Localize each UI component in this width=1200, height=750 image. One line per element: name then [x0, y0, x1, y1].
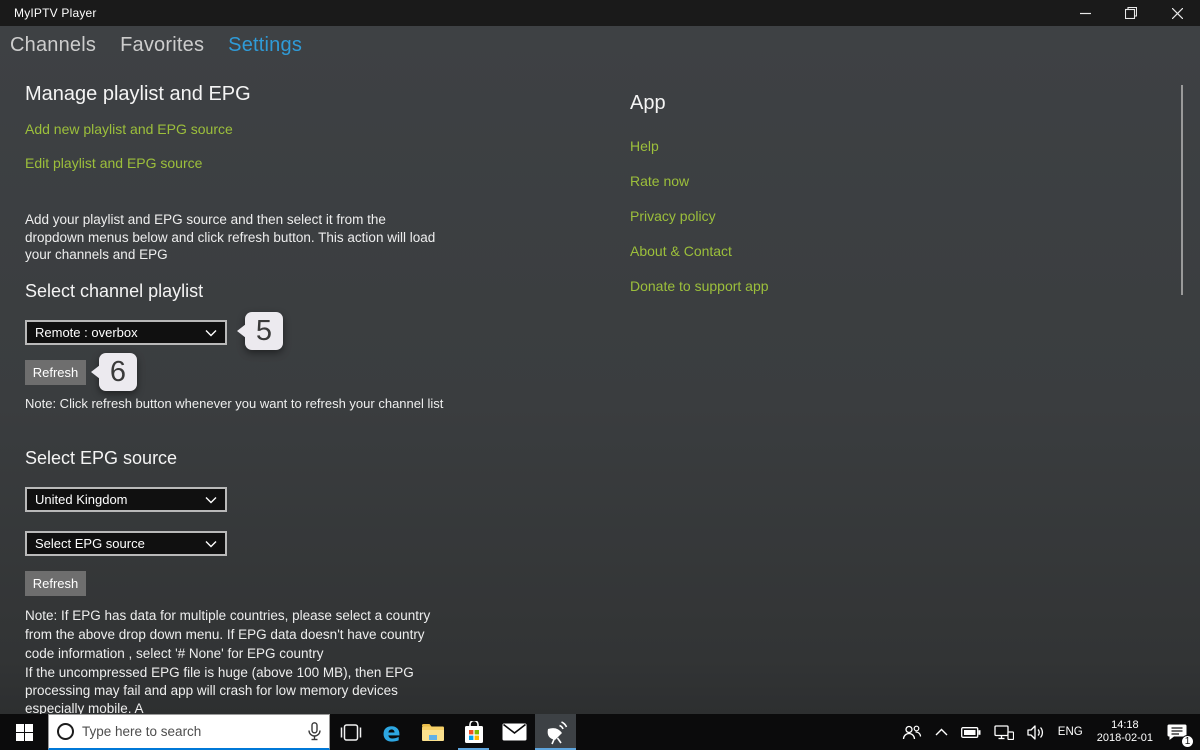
- start-button[interactable]: [0, 714, 48, 750]
- mail-app-button[interactable]: [494, 714, 535, 750]
- network-button[interactable]: [991, 714, 1017, 750]
- epg-source-heading: Select EPG source: [25, 448, 178, 468]
- refresh-playlist-button[interactable]: Refresh: [25, 360, 86, 385]
- channel-refresh-note: Note: Click refresh button whenever you …: [25, 396, 444, 411]
- speaker-icon: [1027, 724, 1043, 740]
- tab-favorites[interactable]: Favorites: [120, 34, 204, 57]
- restore-icon: [1125, 7, 1137, 19]
- epg-source-value: Select EPG source: [35, 536, 145, 551]
- epg-country-note: Note: If EPG has data for multiple count…: [25, 608, 431, 661]
- channel-playlist-heading: Select channel playlist: [25, 281, 204, 301]
- store-icon: [464, 720, 483, 743]
- taskbar-search[interactable]: [48, 714, 330, 750]
- task-view-button[interactable]: [330, 714, 371, 750]
- chevron-up-icon: [935, 728, 948, 736]
- epg-country-dropdown[interactable]: United Kingdom: [25, 487, 227, 512]
- tab-channels[interactable]: Channels: [10, 34, 96, 57]
- edge-icon: e: [382, 716, 401, 748]
- file-explorer-icon: [421, 723, 444, 741]
- people-button[interactable]: [899, 714, 925, 750]
- add-playlist-link[interactable]: Add new playlist and EPG source: [25, 121, 233, 137]
- epg-size-note: If the uncompressed EPG file is huge (ab…: [25, 665, 414, 716]
- pinned-apps: e: [330, 714, 576, 750]
- edit-playlist-link[interactable]: Edit playlist and EPG source: [25, 155, 202, 171]
- time-label: 14:18: [1111, 719, 1139, 731]
- satellite-dish-icon: [547, 721, 567, 745]
- app-section-heading: App: [630, 92, 666, 114]
- store-app-button[interactable]: [453, 714, 494, 750]
- top-nav: Channels Favorites Settings: [10, 34, 302, 57]
- about-contact-link[interactable]: About & Contact: [630, 243, 732, 259]
- rate-now-link[interactable]: Rate now: [630, 173, 689, 189]
- close-icon: [1171, 7, 1183, 19]
- file-explorer-button[interactable]: [412, 714, 453, 750]
- step-callout-5: 5: [237, 312, 283, 350]
- battery-icon: [960, 726, 981, 738]
- minimize-icon: [1079, 12, 1091, 14]
- battery-button[interactable]: [958, 714, 984, 750]
- scrollbar-thumb[interactable]: [1181, 85, 1183, 295]
- chevron-down-icon: [205, 329, 217, 336]
- cortana-icon: [57, 723, 74, 740]
- search-input[interactable]: [82, 724, 300, 739]
- donate-link[interactable]: Donate to support app: [630, 278, 769, 294]
- language-label: ENG: [1057, 726, 1083, 738]
- windows-logo-icon: [15, 723, 33, 741]
- action-center-button[interactable]: 1: [1164, 714, 1194, 750]
- tab-settings[interactable]: Settings: [228, 34, 302, 57]
- titlebar: MyIPTV Player: [0, 0, 1200, 26]
- language-indicator[interactable]: ENG: [1055, 714, 1086, 750]
- edge-app-button[interactable]: e: [371, 714, 412, 750]
- system-tray: ENG 14:18 2018-02-01 1: [899, 714, 1200, 750]
- chevron-down-icon: [205, 540, 217, 547]
- myiptv-app-button[interactable]: [535, 714, 576, 750]
- manage-description: Add your playlist and EPG source and the…: [25, 212, 436, 262]
- manage-heading: Manage playlist and EPG: [25, 83, 251, 105]
- channel-playlist-dropdown[interactable]: Remote : overbox: [25, 320, 227, 345]
- app-window: Channels Favorites Settings Manage playl…: [0, 26, 1200, 716]
- clock[interactable]: 14:18 2018-02-01: [1093, 719, 1157, 745]
- date-label: 2018-02-01: [1096, 732, 1153, 744]
- epg-source-dropdown[interactable]: Select EPG source: [25, 531, 227, 556]
- close-button[interactable]: [1154, 0, 1200, 26]
- chevron-down-icon: [205, 496, 217, 503]
- help-link[interactable]: Help: [630, 138, 659, 154]
- people-icon: [902, 725, 921, 739]
- mail-icon: [502, 723, 527, 741]
- window-controls: [1062, 0, 1200, 26]
- notification-count-badge: 1: [1181, 735, 1194, 748]
- refresh-epg-button[interactable]: Refresh: [25, 571, 86, 596]
- network-icon: [994, 724, 1014, 740]
- epg-country-value: United Kingdom: [35, 492, 128, 507]
- step-callout-6: 6: [91, 353, 137, 391]
- restore-button[interactable]: [1108, 0, 1154, 26]
- privacy-policy-link[interactable]: Privacy policy: [630, 208, 716, 224]
- show-hidden-icons-button[interactable]: [932, 714, 951, 750]
- window-title: MyIPTV Player: [14, 6, 97, 20]
- channel-playlist-value: Remote : overbox: [35, 325, 138, 340]
- microphone-icon[interactable]: [308, 722, 321, 741]
- task-view-icon: [340, 723, 361, 741]
- volume-button[interactable]: [1024, 714, 1048, 750]
- taskbar: e: [0, 714, 1200, 750]
- minimize-button[interactable]: [1062, 0, 1108, 26]
